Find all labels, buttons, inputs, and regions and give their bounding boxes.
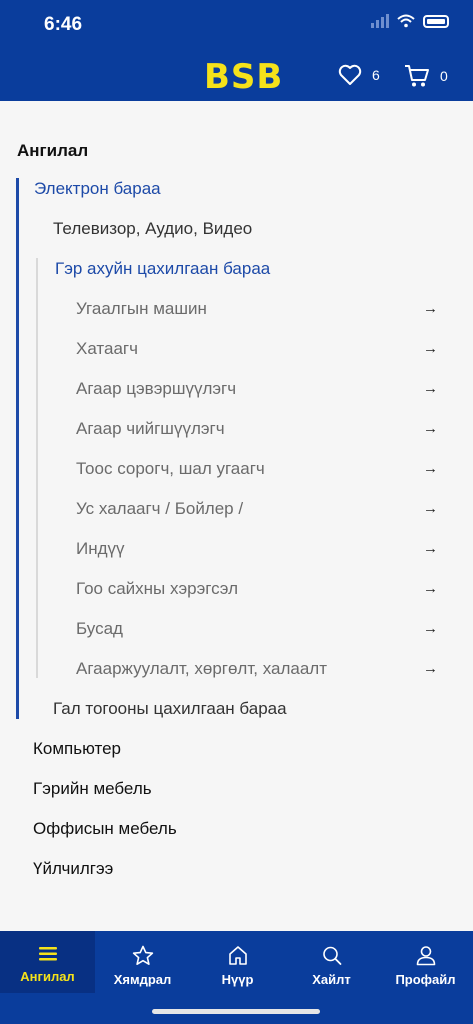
wishlist-count: 6 — [372, 67, 380, 83]
category-tv-audio[interactable]: Телевизор, Аудио, Видео — [53, 219, 252, 239]
arrow-right-icon[interactable]: → — [423, 340, 438, 357]
battery-icon — [423, 14, 449, 28]
star-icon — [132, 945, 153, 965]
category-home-furniture[interactable]: Гэрийн мебель — [33, 779, 152, 799]
category-kitchen[interactable]: Гал тогооны цахилгаан бараа — [53, 699, 287, 719]
search-icon — [322, 946, 341, 965]
section-title: Ангилал — [17, 141, 89, 160]
category-services[interactable]: Үйлчилгээ — [33, 859, 113, 879]
heart-icon — [338, 64, 362, 85]
status-icons — [371, 14, 449, 28]
tab-categories[interactable]: Ангилал — [0, 931, 95, 993]
wishlist-button[interactable]: 6 — [338, 64, 380, 86]
subcategory-item[interactable]: Гоо сайхны хэрэгсэл — [76, 579, 238, 599]
tab-label: Хямдрал — [113, 972, 172, 987]
subcategory-item[interactable]: Агаар чийгшүүлэгч — [76, 419, 225, 439]
arrow-right-icon[interactable]: → — [423, 300, 438, 317]
brand-logo[interactable]: BSB — [204, 57, 283, 97]
tab-home[interactable]: Нүүр — [190, 931, 285, 993]
subcategory-item[interactable]: Бусад — [76, 619, 123, 639]
subcategory-item[interactable]: Тоос сорогч, шал угаагч — [76, 459, 265, 479]
tree-line-level1 — [16, 178, 19, 719]
signal-icon — [371, 14, 389, 28]
tree-line-level2 — [36, 258, 38, 678]
arrow-right-icon[interactable]: → — [423, 460, 438, 477]
home-indicator — [152, 1009, 320, 1014]
tab-sale[interactable]: Хямдрал — [95, 931, 190, 993]
wifi-icon — [397, 14, 415, 28]
subcategory-item[interactable]: Индүү — [76, 539, 125, 559]
status-time: 6:46 — [44, 14, 83, 35]
cart-icon — [405, 65, 429, 87]
arrow-right-icon[interactable]: → — [423, 420, 438, 437]
arrow-right-icon[interactable]: → — [423, 580, 438, 597]
tab-label: Профайл — [395, 972, 456, 987]
subcategory-item[interactable]: Агаар цэвэршүүлэгч — [76, 379, 236, 399]
arrow-right-icon[interactable]: → — [423, 540, 438, 557]
arrow-right-icon[interactable]: → — [423, 620, 438, 637]
category-office-furniture[interactable]: Оффисын мебель — [33, 819, 177, 839]
arrow-right-icon[interactable]: → — [423, 380, 438, 397]
subcategory-item[interactable]: Агааржуулалт, хөргөлт, халаалт — [76, 659, 327, 679]
tab-label: Хайлт — [312, 972, 351, 987]
cart-button[interactable]: 0 — [404, 64, 448, 88]
tab-search[interactable]: Хайлт — [284, 931, 379, 993]
category-home-appliances[interactable]: Гэр ахуйн цахилгаан бараа — [55, 259, 270, 279]
subcategory-item[interactable]: Ус халаагч / Бойлер / — [76, 499, 243, 519]
tab-label: Нүүр — [221, 972, 254, 987]
arrow-right-icon[interactable]: → — [423, 660, 438, 677]
subcategory-item[interactable]: Хатаагч — [76, 339, 138, 359]
app-header: 6:46 BSB 6 0 — [0, 0, 473, 101]
cart-count: 0 — [440, 68, 448, 84]
category-menu: Ангилал Электрон бараа Телевизор, Аудио,… — [0, 101, 473, 931]
tab-profile[interactable]: Профайл — [378, 931, 473, 993]
menu-icon — [38, 947, 57, 961]
user-icon — [416, 946, 435, 966]
arrow-right-icon[interactable]: → — [423, 500, 438, 517]
category-computer[interactable]: Компьютер — [33, 739, 121, 759]
category-electronics[interactable]: Электрон бараа — [34, 179, 161, 199]
tab-label: Ангилал — [20, 969, 75, 984]
subcategory-item[interactable]: Угаалгын машин — [76, 299, 207, 319]
home-icon — [228, 946, 247, 965]
